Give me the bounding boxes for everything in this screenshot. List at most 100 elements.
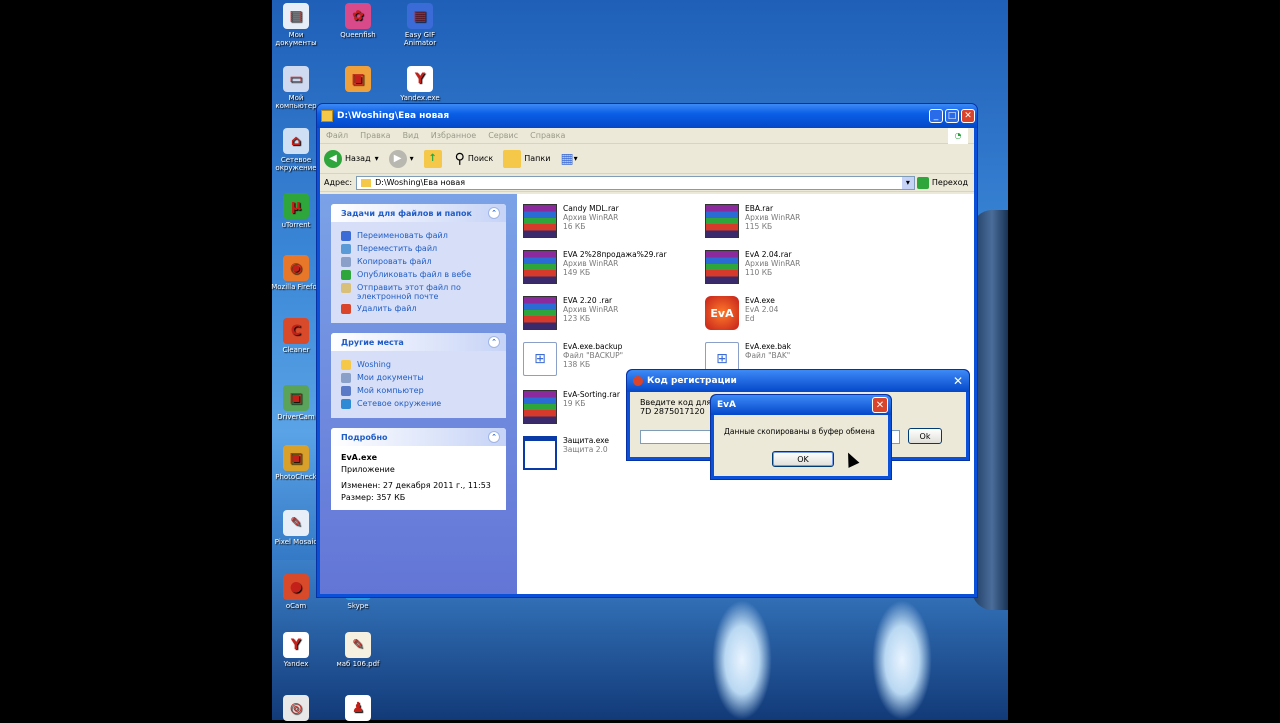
task-link[interactable]: Woshing [341, 360, 496, 370]
chevron-down-icon: ▾ [374, 154, 379, 163]
eva-ok-button[interactable]: OK [772, 451, 834, 467]
desktop-icon[interactable]: Y Yandex [268, 632, 324, 668]
folder-up-icon: ↑ [423, 149, 442, 168]
winrar-archive-icon [523, 204, 557, 238]
go-arrow-icon[interactable] [916, 176, 929, 189]
file-size: 110 КБ [745, 268, 773, 277]
file-type: Файл "BACKUP" [563, 351, 624, 360]
desktop-icon-label: Yandex.exe [400, 94, 440, 102]
minimize-button[interactable]: _ [929, 109, 943, 123]
task-link-label: Отправить этот файл по электронной почте [357, 283, 461, 301]
network-icon [341, 399, 351, 409]
chevron-down-icon: ▾ [409, 154, 414, 163]
utorrent-icon: µ [283, 193, 309, 219]
task-link[interactable]: Мои документы [341, 373, 496, 383]
desktop-icon[interactable]: ✿ Queenfish [330, 3, 386, 39]
collapse-icon[interactable]: ⌃ [488, 431, 500, 443]
desktop-icon[interactable]: Y Yandex.exe [392, 66, 448, 102]
collapse-icon[interactable]: ⌃ [488, 207, 500, 219]
views-button[interactable]: ▦ ▾ [560, 151, 577, 167]
back-button[interactable]: ◀ Назад ▾ [324, 149, 379, 168]
forward-arrow-icon: ▶ [388, 149, 407, 168]
app-icon: ▣ [345, 66, 371, 92]
chevron-down-icon: ▾ [573, 154, 578, 163]
file-item[interactable]: Candy MDL.rar Архив WinRAR 16 КБ [523, 204, 703, 238]
task-link[interactable]: Опубликовать файл в вебе [341, 270, 496, 280]
tasks-panel-header[interactable]: Задачи для файлов и папок ⌃ [331, 204, 506, 222]
task-pane: Задачи для файлов и папок ⌃ Переименоват… [320, 194, 517, 594]
winrar-archive-icon [523, 250, 557, 284]
file-item[interactable]: EvA EvA.exe EvA 2.04 Ed [705, 296, 885, 330]
tasks-panel: Задачи для файлов и папок ⌃ Переименоват… [331, 204, 506, 323]
address-input[interactable]: D:\Woshing\Ева новая ▾ [356, 175, 915, 190]
folders-button[interactable]: Папки [503, 149, 550, 168]
desktop-icon[interactable]: ▦ Easy GIF Animator [392, 3, 448, 47]
winrar-archive-icon [705, 204, 739, 238]
file-size: 115 КБ [745, 222, 773, 231]
eva-title: EvA [717, 400, 736, 410]
task-link[interactable]: Мой компьютер [341, 386, 496, 396]
tasks-panel-title: Задачи для файлов и папок [341, 208, 472, 218]
window-title: D:\Woshing\Ева новая [337, 111, 450, 121]
maximize-button[interactable]: □ [945, 109, 959, 123]
file-item[interactable]: EVA 2%28продажа%29.rar Архив WinRAR 149 КБ [523, 250, 703, 284]
menu-favorites[interactable]: Избранное [431, 131, 476, 140]
menu-bar: Файл Правка Вид Избранное Сервис Справка… [320, 127, 974, 144]
task-link[interactable]: Удалить файл [341, 304, 496, 314]
task-link[interactable]: Сетевое окружение [341, 399, 496, 409]
winrar-archive-icon [523, 390, 557, 424]
desktop-icon[interactable]: ▭ Мой компьютер [268, 66, 324, 110]
file-size: 16 КБ [563, 222, 586, 231]
menu-view[interactable]: Вид [403, 131, 419, 140]
file-name: EVA 2.20 .rar [563, 296, 613, 305]
file-size: 138 КБ [563, 360, 591, 369]
close-icon[interactable]: ✕ [953, 374, 963, 388]
task-link-label: Мой компьютер [357, 386, 424, 395]
desktop-icon[interactable]: ▣ [330, 66, 386, 94]
globe-icon [341, 270, 351, 280]
file-item[interactable]: EVA 2.20 .rar Архив WinRAR 123 КБ [523, 296, 703, 330]
ocam-icon: ● [283, 574, 309, 600]
registration-ok-button[interactable]: Ok [908, 428, 942, 444]
desktop-icon[interactable]: ◎ [268, 695, 324, 723]
window-app-icon [523, 436, 557, 470]
details-panel-header[interactable]: Подробно ⌃ [331, 428, 506, 446]
close-button[interactable]: ✕ [961, 109, 975, 123]
eva-app-icon: EvA [705, 296, 739, 330]
title-bar[interactable]: D:\Woshing\Ева новая _ □ ✕ [317, 104, 977, 128]
desktop-icon[interactable]: ▤ Мои документы [268, 3, 324, 47]
address-value: D:\Woshing\Ева новая [375, 178, 466, 187]
desktop-icon[interactable]: ♟ [330, 695, 386, 723]
task-link[interactable]: Отправить этот файл по электронной почте [341, 283, 496, 301]
desktop-icon[interactable]: ✎ маб 106.pdf [330, 632, 386, 668]
collapse-icon[interactable]: ⌃ [488, 336, 500, 348]
details-panel-title: Подробно [341, 432, 388, 442]
chevron-down-icon[interactable]: ▾ [901, 176, 914, 189]
file-item[interactable]: EvA 2.04.rar Архив WinRAR 110 КБ [705, 250, 885, 284]
file-type: Архив WinRAR [563, 259, 619, 268]
details-name: EvA.exe [341, 453, 378, 462]
task-link[interactable]: Копировать файл [341, 257, 496, 267]
menu-file[interactable]: Файл [326, 131, 348, 140]
menu-tools[interactable]: Сервис [488, 131, 518, 140]
up-button[interactable]: ↑ [423, 149, 445, 168]
eva-title-bar[interactable]: EvA ✕ [711, 395, 891, 415]
close-button[interactable]: ✕ [872, 397, 888, 413]
registration-title-bar[interactable]: Код регистрации ✕ [627, 370, 969, 392]
file-item[interactable]: EBA.rar Архив WinRAR 115 КБ [705, 204, 885, 238]
menu-help[interactable]: Справка [530, 131, 565, 140]
computer-icon [341, 386, 351, 396]
task-link[interactable]: Переименовать файл [341, 231, 496, 241]
gif-animator-icon: ▦ [407, 3, 433, 29]
file-name: EvA 2.04.rar [745, 250, 792, 259]
file-name: EvA.exe.backup [563, 342, 623, 351]
file-size: 123 КБ [563, 314, 591, 323]
forward-button[interactable]: ▶ ▾ [388, 149, 414, 168]
menu-edit[interactable]: Правка [360, 131, 390, 140]
file-size: 149 КБ [563, 268, 591, 277]
places-panel-header[interactable]: Другие места ⌃ [331, 333, 506, 351]
search-button[interactable]: ⚲ Поиск [455, 151, 494, 167]
task-link[interactable]: Переместить файл [341, 244, 496, 254]
file-type: Файл "BAK" [745, 351, 791, 360]
go-button[interactable]: Переход [932, 178, 968, 187]
